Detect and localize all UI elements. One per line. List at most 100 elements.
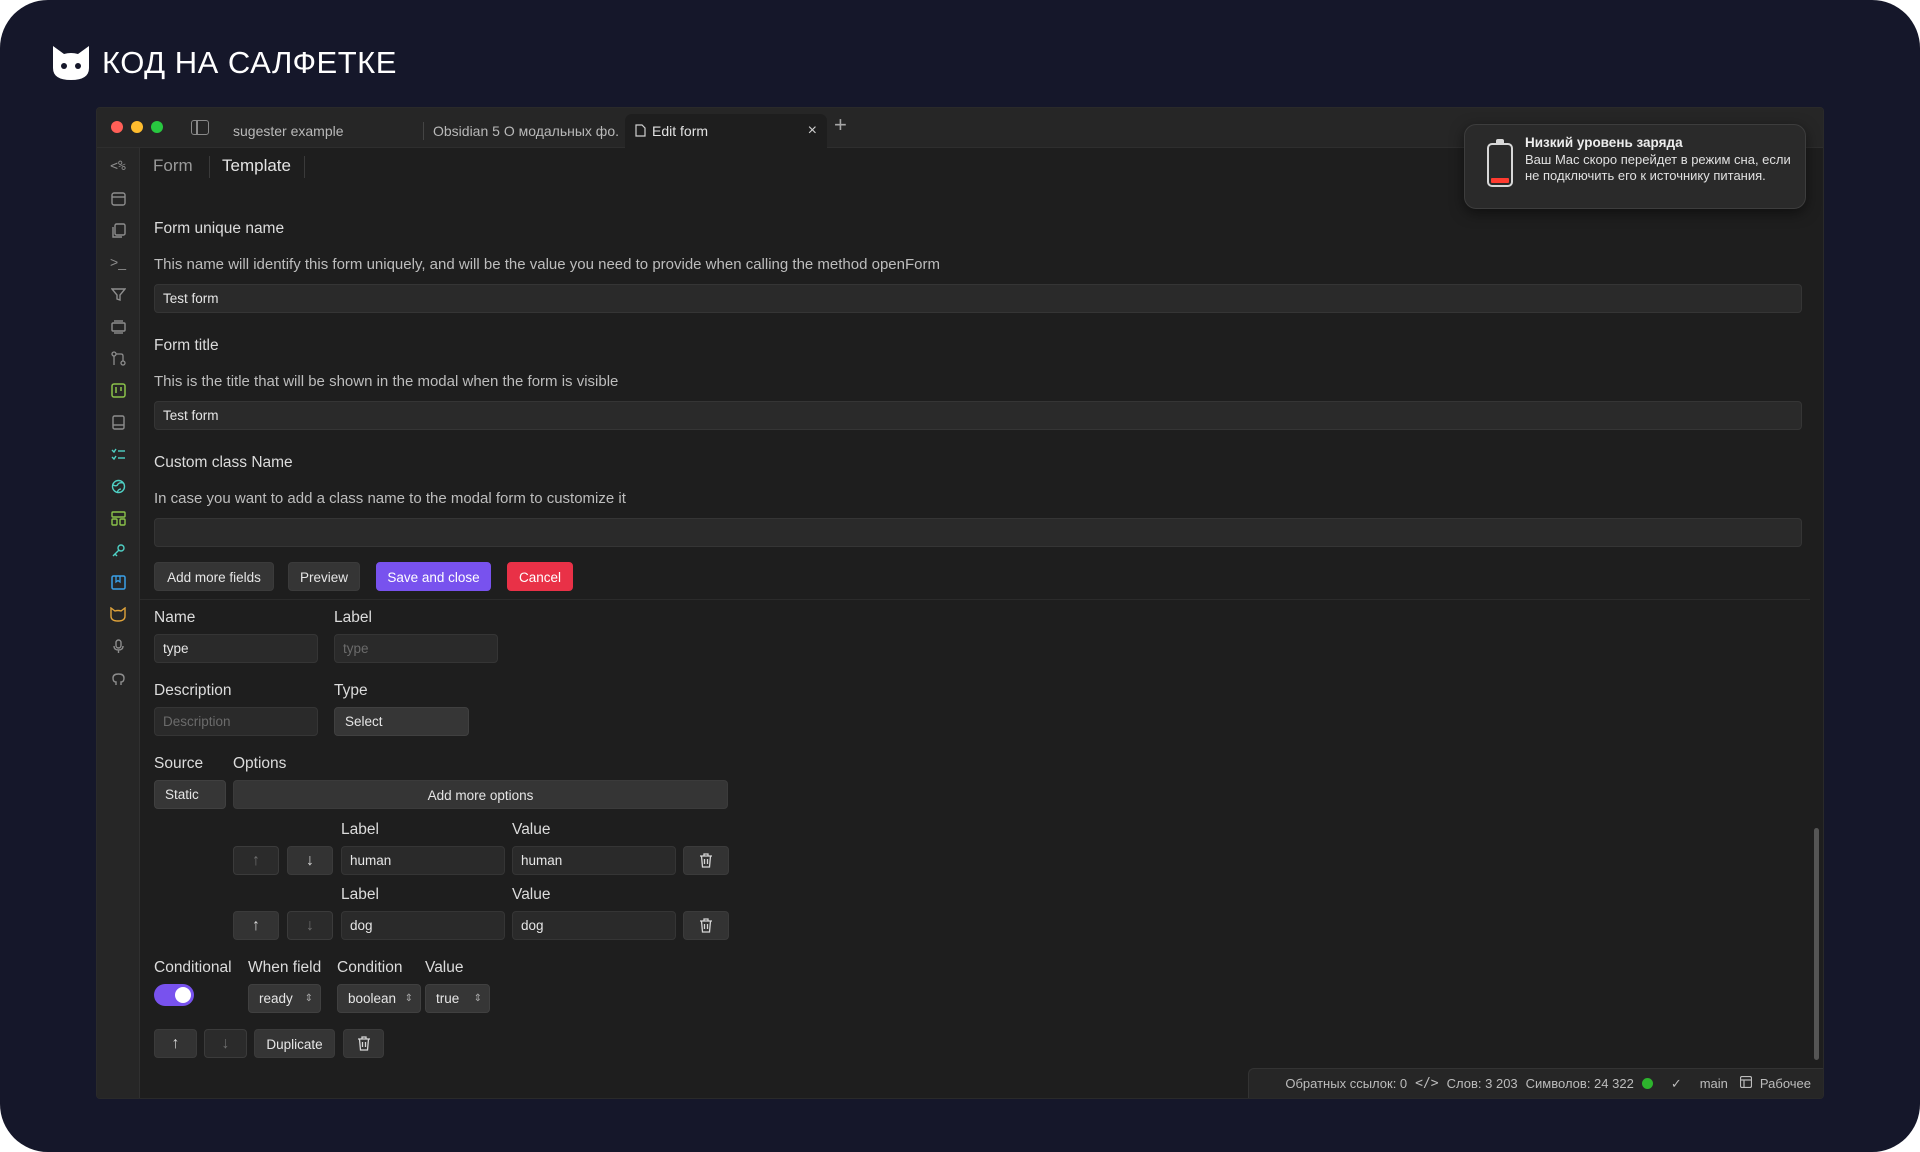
book-icon[interactable] xyxy=(108,412,128,432)
option-label-input[interactable]: human xyxy=(341,846,505,875)
layers-icon[interactable] xyxy=(108,316,128,336)
minimize-window-button[interactable] xyxy=(131,121,143,133)
new-tab-button[interactable]: + xyxy=(834,112,847,138)
field-move-down-button[interactable]: ↓ xyxy=(204,1029,247,1058)
workspace-label[interactable]: Рабочее xyxy=(1760,1076,1811,1091)
arrow-down-icon: ↓ xyxy=(221,1034,230,1052)
kanban-icon[interactable] xyxy=(108,380,128,400)
tab-label: Obsidian 5 О модальных фо... xyxy=(433,123,619,139)
move-up-button[interactable]: ↑ xyxy=(233,911,279,940)
maximize-window-button[interactable] xyxy=(151,121,163,133)
move-down-button[interactable]: ↓ xyxy=(287,911,333,940)
templater-icon[interactable]: <% xyxy=(108,156,128,176)
field-move-up-button[interactable]: ↑ xyxy=(154,1029,197,1058)
delete-field-button[interactable] xyxy=(343,1029,384,1058)
conditional-toggle[interactable] xyxy=(154,984,194,1006)
battery-icon xyxy=(1487,139,1513,187)
custom-class-input[interactable] xyxy=(154,518,1802,547)
sidebar-toggle-icon[interactable] xyxy=(191,120,209,135)
option-value-input[interactable]: human xyxy=(512,846,676,875)
arrow-up-icon: ↑ xyxy=(252,916,260,934)
trash-icon xyxy=(700,918,712,933)
condition-select[interactable]: boolean ⇕ xyxy=(337,984,421,1013)
copy-icon[interactable] xyxy=(108,220,128,240)
close-window-button[interactable] xyxy=(111,121,123,133)
low-battery-notification[interactable]: Низкий уровень заряда Ваш Mac скоро пере… xyxy=(1464,124,1806,209)
backlinks-count[interactable]: Обратных ссылок: 0 xyxy=(1285,1076,1407,1091)
custom-class-label: Custom class Name xyxy=(154,454,293,471)
add-more-fields-button[interactable]: Add more fields xyxy=(154,562,274,591)
when-field-value: ready xyxy=(259,991,293,1006)
source-select[interactable]: Static xyxy=(154,780,226,809)
save-and-close-button[interactable]: Save and close xyxy=(376,562,491,591)
code-icon[interactable]: </> xyxy=(1415,1076,1438,1091)
value-select[interactable]: true ⇕ xyxy=(425,984,490,1013)
delete-option-button[interactable] xyxy=(683,911,729,940)
form-unique-name-input[interactable]: Test form xyxy=(154,284,1802,313)
add-more-options-button[interactable]: Add more options xyxy=(233,780,728,809)
tab-edit-form[interactable]: Edit form × xyxy=(625,114,827,148)
close-tab-icon[interactable]: × xyxy=(808,114,817,148)
field-type-value: Select xyxy=(345,714,383,729)
option-value-input[interactable]: dog xyxy=(512,911,676,940)
custom-class-desc: In case you want to add a class name to … xyxy=(154,490,626,507)
condition-label: Condition xyxy=(337,959,403,976)
move-down-button[interactable]: ↓ xyxy=(287,846,333,875)
form-unique-name-label: Form unique name xyxy=(154,220,285,237)
delete-option-button[interactable] xyxy=(683,846,729,875)
source-label: Source xyxy=(154,755,204,772)
field-label-input[interactable]: type xyxy=(334,634,498,663)
condition-value: boolean xyxy=(348,991,397,1006)
bookmark-icon[interactable] xyxy=(108,572,128,592)
dashboard-icon[interactable] xyxy=(108,508,128,528)
option-label-input[interactable]: dog xyxy=(341,911,505,940)
preview-button[interactable]: Preview xyxy=(288,562,360,591)
check-icon[interactable]: ✓ xyxy=(1671,1076,1682,1092)
form-unique-name-desc: This name will identify this form unique… xyxy=(154,256,940,273)
chevron-updown-icon: ⇕ xyxy=(304,993,313,1004)
field-label-label: Label xyxy=(334,609,372,626)
arrow-up-icon: ↑ xyxy=(252,851,260,869)
cancel-button[interactable]: Cancel xyxy=(507,562,573,591)
file-icon xyxy=(635,124,646,137)
when-field-label: When field xyxy=(248,959,322,976)
option-label-header: Label xyxy=(341,821,379,838)
git-branch-label[interactable]: main xyxy=(1700,1076,1728,1091)
char-count: Символов: 24 322 xyxy=(1525,1076,1634,1091)
trash-icon xyxy=(357,1036,370,1051)
github-icon[interactable] xyxy=(108,668,128,688)
trash-icon xyxy=(700,853,712,868)
form-title-input[interactable]: Test form xyxy=(154,401,1802,430)
value-value: true xyxy=(436,991,460,1006)
microphone-icon[interactable] xyxy=(108,636,128,656)
brand: КОД НА САЛФЕТКЕ xyxy=(50,44,397,82)
terminal-icon[interactable]: >_ xyxy=(108,252,128,272)
key-icon[interactable] xyxy=(108,540,128,560)
tab-obsidian-5[interactable]: Obsidian 5 О модальных фо... xyxy=(433,114,619,148)
when-field-select[interactable]: ready ⇕ xyxy=(248,984,321,1013)
move-up-button[interactable]: ↑ xyxy=(233,846,279,875)
globe-icon[interactable] xyxy=(108,476,128,496)
chevron-updown-icon: ⇕ xyxy=(404,993,413,1004)
field-type-label: Type xyxy=(334,682,368,699)
tab-template[interactable]: Template xyxy=(222,156,291,176)
option-label-header: Label xyxy=(341,886,379,903)
obsidian-window: sugester example Obsidian 5 О модальных … xyxy=(96,107,1824,1099)
duplicate-button[interactable]: Duplicate xyxy=(254,1029,335,1058)
sync-status-icon[interactable] xyxy=(1641,1078,1653,1089)
field-name-label: Name xyxy=(154,609,196,626)
git-branch-icon[interactable] xyxy=(108,348,128,368)
field-type-select[interactable]: Select xyxy=(334,707,469,736)
vertical-scrollbar[interactable] xyxy=(1814,828,1819,1060)
workspace-icon[interactable] xyxy=(1739,1075,1753,1091)
calendar-icon[interactable] xyxy=(108,188,128,208)
tab-sugester-example[interactable]: sugester example xyxy=(233,114,393,148)
cat-icon[interactable] xyxy=(108,604,128,624)
page-frame: КОД НА САЛФЕТКЕ sugester example Obsidia… xyxy=(0,0,1920,1152)
field-description-input[interactable]: Description xyxy=(154,707,318,736)
tab-form[interactable]: Form xyxy=(153,156,193,176)
filter-icon[interactable] xyxy=(108,284,128,304)
field-name-input[interactable]: type xyxy=(154,634,318,663)
options-label: Options xyxy=(233,755,287,772)
checklist-icon[interactable] xyxy=(108,444,128,464)
